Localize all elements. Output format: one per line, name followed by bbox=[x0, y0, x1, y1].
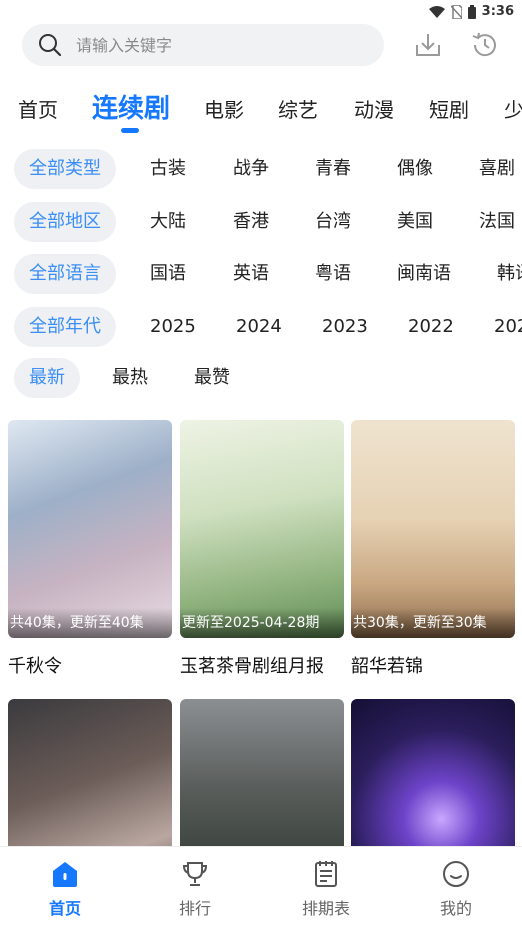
smiley-icon bbox=[443, 861, 469, 887]
nav-label: 首页 bbox=[48, 899, 81, 918]
search-icon bbox=[39, 34, 62, 57]
episode-badge: 共40集，更新至40集 bbox=[8, 608, 172, 638]
history-icon[interactable] bbox=[470, 30, 500, 60]
tab-indicator bbox=[121, 128, 139, 133]
filter-chip[interactable]: 2022 bbox=[408, 307, 454, 347]
nav-profile[interactable]: 我的 bbox=[416, 859, 496, 919]
nav-ranking[interactable]: 排行 bbox=[155, 859, 235, 919]
home-icon bbox=[53, 862, 77, 887]
filter-chip[interactable]: 法国 bbox=[479, 202, 515, 242]
filter-chip[interactable]: 偶像 bbox=[397, 149, 433, 189]
filter-chip-active[interactable]: 全部语言 bbox=[14, 254, 116, 294]
sort-chip[interactable]: 最热 bbox=[112, 358, 148, 398]
nav-label: 排行 bbox=[178, 899, 211, 918]
wifi-icon bbox=[428, 5, 445, 18]
nav-home[interactable]: 首页 bbox=[25, 859, 105, 919]
battery-icon bbox=[467, 4, 476, 19]
tab-kids[interactable]: 少 bbox=[504, 94, 522, 123]
filter-chip[interactable]: 2024 bbox=[236, 307, 282, 347]
filter-row-year: 全部年代 2025 2024 2023 2022 2021 bbox=[0, 307, 522, 347]
filter-chip[interactable]: 2021 bbox=[494, 307, 522, 347]
filter-chip[interactable]: 英语 bbox=[233, 254, 269, 294]
search-box[interactable] bbox=[22, 24, 384, 66]
episode-badge: 更新至2025-04-28期 bbox=[180, 608, 344, 638]
category-tabs: 首页 连续剧 电影 综艺 动漫 短剧 少 bbox=[0, 86, 522, 138]
search-row bbox=[22, 24, 504, 68]
no-sim-icon bbox=[450, 4, 462, 19]
filter-chip[interactable]: 闽南语 bbox=[397, 254, 451, 294]
status-time: 3:36 bbox=[481, 4, 514, 19]
trophy-icon bbox=[182, 862, 208, 886]
episode-badge: 共30集，更新至30集 bbox=[351, 608, 515, 638]
nav-schedule[interactable]: 排期表 bbox=[286, 859, 366, 919]
filter-row-type: 全部类型 古装 战争 青春 偶像 喜剧 bbox=[0, 149, 522, 189]
video-card[interactable]: 更新至2025-04-28期 玉茗茶骨剧组月报 bbox=[180, 420, 344, 678]
filter-chip-active[interactable]: 全部地区 bbox=[14, 202, 116, 242]
video-title: 玉茗茶骨剧组月报 bbox=[180, 656, 324, 677]
sort-chip-active[interactable]: 最新 bbox=[14, 358, 80, 398]
filter-chip[interactable]: 韩语 bbox=[497, 254, 522, 294]
filter-chip[interactable]: 2025 bbox=[150, 307, 196, 347]
filter-chip[interactable]: 国语 bbox=[150, 254, 186, 294]
filter-chip[interactable]: 大陆 bbox=[150, 202, 186, 242]
poster-image: 更新至2025-04-28期 bbox=[180, 420, 344, 638]
filter-chip[interactable]: 美国 bbox=[397, 202, 433, 242]
download-icon[interactable] bbox=[414, 31, 442, 59]
filter-row-language: 全部语言 国语 英语 粤语 闽南语 韩语 bbox=[0, 254, 522, 294]
tab-movie[interactable]: 电影 bbox=[204, 94, 244, 123]
filter-chip-active[interactable]: 全部类型 bbox=[14, 149, 116, 189]
filter-chip[interactable]: 台湾 bbox=[315, 202, 351, 242]
tab-anime[interactable]: 动漫 bbox=[354, 94, 394, 123]
nav-label: 排期表 bbox=[301, 899, 350, 918]
filter-chip-active[interactable]: 全部年代 bbox=[14, 307, 116, 347]
filter-chip[interactable]: 喜剧 bbox=[479, 149, 515, 189]
tab-variety[interactable]: 综艺 bbox=[278, 94, 318, 123]
filter-chip[interactable]: 青春 bbox=[315, 149, 351, 189]
nav-label: 我的 bbox=[439, 899, 472, 918]
filter-chip[interactable]: 香港 bbox=[233, 202, 269, 242]
tab-series[interactable]: 连续剧 bbox=[92, 88, 170, 125]
search-input[interactable] bbox=[74, 34, 348, 56]
video-title: 千秋令 bbox=[8, 656, 62, 677]
sort-chip[interactable]: 最赞 bbox=[194, 358, 230, 398]
filter-chip[interactable]: 2023 bbox=[322, 307, 368, 347]
filter-chip[interactable]: 粤语 bbox=[315, 254, 351, 294]
tab-short-drama[interactable]: 短剧 bbox=[429, 94, 469, 123]
filter-chip[interactable]: 古装 bbox=[150, 149, 186, 189]
tab-home[interactable]: 首页 bbox=[18, 94, 58, 123]
poster-image: 共30集，更新至30集 bbox=[351, 420, 515, 638]
poster-image: 共40集，更新至40集 bbox=[8, 420, 172, 638]
video-card[interactable]: 共40集，更新至40集 千秋令 bbox=[8, 420, 172, 678]
filter-row-region: 全部地区 大陆 香港 台湾 美国 法国 bbox=[0, 202, 522, 242]
video-title: 韶华若锦 bbox=[351, 656, 423, 677]
bottom-nav: 首页 排行 排期表 我的 bbox=[0, 846, 522, 929]
status-bar: 3:36 bbox=[0, 0, 522, 22]
filter-row-sort: 最新 最热 最赞 bbox=[0, 358, 522, 398]
video-card[interactable]: 共30集，更新至30集 韶华若锦 bbox=[351, 420, 515, 678]
schedule-icon bbox=[315, 861, 337, 887]
filter-chip[interactable]: 战争 bbox=[233, 149, 269, 189]
